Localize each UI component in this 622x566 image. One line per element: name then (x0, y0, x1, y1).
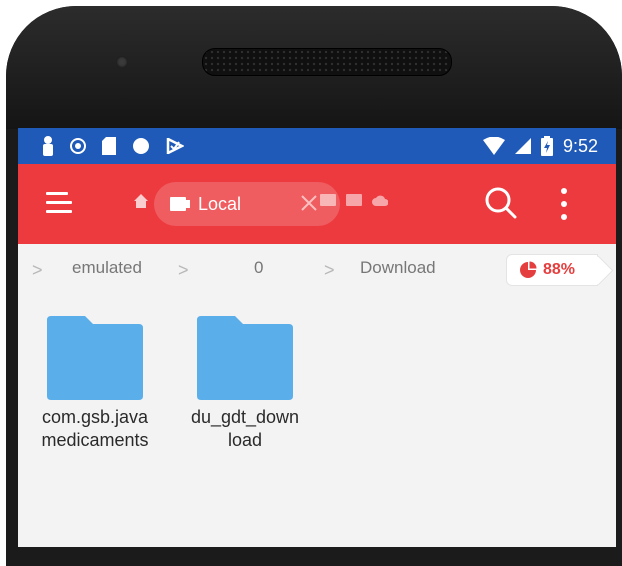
checkmark-flag-icon (166, 137, 184, 155)
folder-name: load (227, 430, 263, 450)
chevron-right-icon: > (32, 260, 43, 280)
status-bar: 9:52 (18, 128, 616, 164)
front-camera (116, 56, 128, 68)
tab-icon[interactable] (346, 194, 362, 206)
search-icon[interactable] (484, 186, 518, 220)
folder-name: du_gdt_down (190, 407, 300, 427)
other-tabs (320, 194, 388, 206)
battery-icon (540, 136, 553, 156)
clock: 9:52 (562, 135, 598, 156)
folder-icon (47, 316, 143, 400)
chevron-right-icon: > (324, 260, 335, 280)
storage-percent: 88% (543, 261, 576, 278)
home-icon[interactable] (134, 194, 148, 208)
breadcrumb-item-0[interactable]: 0 (254, 258, 263, 278)
circle-icon (133, 138, 149, 154)
sd-card-icon (102, 137, 116, 155)
cloud-icon[interactable] (372, 194, 388, 206)
folder-item[interactable]: du_gdt_down load (170, 316, 320, 452)
folder-name: com.gsb.java (41, 407, 149, 427)
folder-item[interactable]: com.gsb.java medicaments (20, 316, 170, 452)
screen: 9:52 Local > emulated > 0 > Download 88%… (18, 128, 616, 547)
storage-usage-badge[interactable]: 88% (506, 254, 598, 286)
tab-local[interactable]: Local (154, 182, 340, 226)
folder-name: medicaments (41, 430, 149, 450)
person-icon (43, 136, 53, 156)
chevron-right-icon: > (178, 260, 189, 280)
wifi-icon (482, 137, 505, 155)
earpiece-speaker (202, 48, 452, 76)
tab-icon[interactable] (320, 194, 336, 206)
menu-icon[interactable] (46, 192, 72, 214)
breadcrumb: > emulated > 0 > Download 88% (18, 244, 616, 296)
folder-icon (197, 316, 293, 400)
breadcrumb-item-emulated[interactable]: emulated (72, 258, 142, 278)
shield-icon (70, 138, 86, 154)
pie-chart-icon (520, 261, 537, 278)
folder-tab-icon (170, 197, 190, 211)
signal-icon (514, 138, 531, 154)
more-icon[interactable] (554, 184, 574, 224)
phone-top-bezel (6, 6, 622, 129)
close-icon[interactable] (300, 194, 318, 212)
tab-label: Local (198, 193, 242, 214)
breadcrumb-item-download[interactable]: Download (360, 258, 436, 278)
top-toolbar: Local (18, 164, 616, 244)
